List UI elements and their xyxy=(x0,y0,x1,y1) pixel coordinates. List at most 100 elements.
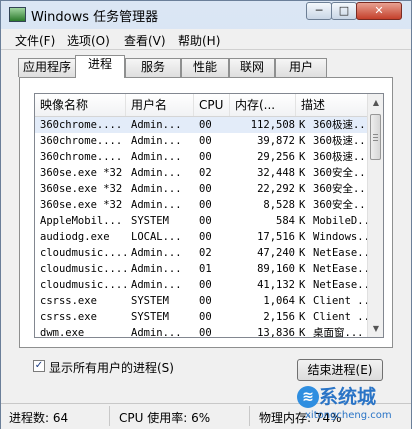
menu-view[interactable]: 查看(V) xyxy=(124,32,166,49)
cell-memory: 41,132 xyxy=(257,279,295,291)
cell-user-name: Admin... xyxy=(131,167,182,179)
cell-memory: 13,836 xyxy=(257,327,295,338)
process-count: 进程数: 64 xyxy=(9,411,69,425)
cell-memory: 2,156 xyxy=(263,311,295,323)
column-description[interactable]: 描述 xyxy=(296,94,367,116)
cell-cpu: 00 xyxy=(199,295,212,307)
cell-memory: 89,160 xyxy=(257,263,295,275)
cell-cpu: 00 xyxy=(199,119,212,131)
cell-image-name: 360se.exe *32 xyxy=(40,183,123,195)
title-bar[interactable]: Windows 任务管理器 ─ □ ✕ xyxy=(1,1,411,29)
cell-memory-unit: K xyxy=(299,199,306,211)
cell-user-name: Admin... xyxy=(131,327,182,338)
cell-cpu: 00 xyxy=(199,279,212,291)
minimize-button[interactable]: ─ xyxy=(306,2,332,20)
cell-image-name: 360chrome.... xyxy=(40,119,123,131)
cell-image-name: AppleMobil... xyxy=(40,215,123,227)
watermark-url: xitongcheng.com xyxy=(305,410,392,421)
table-row[interactable]: cloudmusic.... Admin... 00 41,132 K NetEase..… xyxy=(35,277,376,293)
tab-applications[interactable]: 应用程序 xyxy=(18,58,76,77)
cell-memory-unit: K xyxy=(299,183,306,195)
show-all-users-label[interactable]: 显示所有用户的进程(S) xyxy=(49,359,174,376)
cell-memory: 47,240 xyxy=(257,247,295,259)
cell-user-name: Admin... xyxy=(131,119,182,131)
cell-cpu: 00 xyxy=(199,183,212,195)
tab-processes[interactable]: 进程 xyxy=(75,55,125,78)
table-row[interactable]: dwm.exe Admin... 00 13,836 K 桌面窗... xyxy=(35,325,367,338)
scroll-up-icon[interactable]: ▲ xyxy=(370,97,382,109)
cell-memory-unit: K xyxy=(299,327,306,338)
cell-memory-unit: K xyxy=(299,231,306,243)
cell-memory-unit: K xyxy=(299,263,306,275)
watermark-logo: ≋ 系统城 xitongcheng.com xyxy=(297,380,397,426)
table-row[interactable]: cloudmusic.... Admin... 01 89,160 K NetEase..… xyxy=(35,261,376,277)
table-row[interactable]: 360chrome.... Admin... 00 39,872 K 360极速... xyxy=(35,133,372,149)
cell-user-name: Admin... xyxy=(131,263,182,275)
tab-performance[interactable]: 性能 xyxy=(181,58,229,77)
cell-cpu: 00 xyxy=(199,327,212,338)
process-table: 映像名称 用户名 CPU 内存(... 描述 360chrome.... Admi… xyxy=(34,93,384,338)
cell-image-name: dwm.exe xyxy=(40,327,85,338)
task-manager-icon xyxy=(9,7,26,22)
status-divider xyxy=(249,406,250,426)
cell-image-name: csrss.exe xyxy=(40,295,97,307)
end-process-button[interactable]: 结束进程(E) xyxy=(297,359,383,381)
cell-memory: 29,256 xyxy=(257,151,295,163)
menu-bar: 文件(F) 选项(O) 查看(V) 帮助(H) xyxy=(1,29,411,50)
cell-image-name: 360se.exe *32 xyxy=(40,167,123,179)
cell-memory-unit: K xyxy=(299,151,306,163)
cell-memory: 112,508 xyxy=(250,119,295,131)
tab-users[interactable]: 用户 xyxy=(275,58,327,77)
cell-cpu: 00 xyxy=(199,215,212,227)
table-row[interactable]: 360chrome.... Admin... 00 112,508 K 360极速... xyxy=(35,117,372,133)
table-row[interactable]: csrss.exe SYSTEM 00 2,156 K Client ... xyxy=(35,309,376,325)
scroll-down-icon[interactable]: ▼ xyxy=(370,323,382,335)
menu-options[interactable]: 选项(O) xyxy=(67,32,110,49)
cell-memory: 1,064 xyxy=(263,295,295,307)
cell-user-name: SYSTEM xyxy=(131,295,169,307)
table-row[interactable]: csrss.exe SYSTEM 00 1,064 K Client ... xyxy=(35,293,376,309)
tab-services[interactable]: 服务 xyxy=(125,58,181,77)
cell-user-name: Admin... xyxy=(131,135,182,147)
maximize-button[interactable]: □ xyxy=(331,2,357,20)
scroll-thumb[interactable] xyxy=(370,114,381,160)
cell-image-name: cloudmusic.... xyxy=(40,279,126,291)
cell-memory: 39,872 xyxy=(257,135,295,147)
cell-image-name: 360chrome.... xyxy=(40,135,123,147)
column-image-name[interactable]: 映像名称 xyxy=(35,94,126,116)
vertical-scrollbar[interactable]: ▲ ▼ xyxy=(367,94,383,337)
menu-help[interactable]: 帮助(H) xyxy=(178,32,220,49)
cell-user-name: SYSTEM xyxy=(131,311,169,323)
close-button[interactable]: ✕ xyxy=(356,2,402,20)
cell-memory: 584 xyxy=(276,215,295,227)
column-user-name[interactable]: 用户名 xyxy=(126,94,194,116)
table-row[interactable]: 360chrome.... Admin... 00 29,256 K 360极速... xyxy=(35,149,372,165)
cell-image-name: csrss.exe xyxy=(40,311,97,323)
column-cpu[interactable]: CPU xyxy=(194,94,230,116)
cell-cpu: 02 xyxy=(199,247,212,259)
cell-image-name: 360chrome.... xyxy=(40,151,123,163)
cell-cpu: 00 xyxy=(199,231,212,243)
cell-user-name: LOCAL... xyxy=(131,231,182,243)
window-title: Windows 任务管理器 xyxy=(31,10,159,25)
processes-panel: 映像名称 用户名 CPU 内存(... 描述 360chrome.... Admi… xyxy=(19,77,393,348)
cell-memory: 8,528 xyxy=(263,199,295,211)
tab-networking[interactable]: 联网 xyxy=(229,58,275,77)
table-row[interactable]: 360se.exe *32 Admin... 00 8,528 K 360安全... xyxy=(35,197,372,213)
column-memory[interactable]: 内存(... xyxy=(230,94,296,116)
table-row[interactable]: AppleMobil... SYSTEM 00 584 K MobileD... xyxy=(35,213,376,229)
cell-memory: 32,448 xyxy=(257,167,295,179)
show-all-users-checkbox[interactable]: ✓ xyxy=(33,360,45,372)
table-row[interactable]: cloudmusic.... Admin... 02 47,240 K NetEase..… xyxy=(35,245,376,261)
watermark-badge-icon: ≋ xyxy=(297,386,319,408)
table-row[interactable]: audiodg.exe LOCAL... 00 17,516 K Windows... xyxy=(35,229,376,245)
thumb-grip-line xyxy=(373,140,378,141)
table-row[interactable]: 360se.exe *32 Admin... 02 32,448 K 360安全... xyxy=(35,165,372,181)
table-header: 映像名称 用户名 CPU 内存(... 描述 xyxy=(35,94,367,117)
table-row[interactable]: 360se.exe *32 Admin... 00 22,292 K 360安全... xyxy=(35,181,372,197)
cell-cpu: 00 xyxy=(199,151,212,163)
cell-user-name: Admin... xyxy=(131,247,182,259)
menu-file[interactable]: 文件(F) xyxy=(15,32,55,49)
cell-memory-unit: K xyxy=(299,119,306,131)
cell-user-name: Admin... xyxy=(131,151,182,163)
